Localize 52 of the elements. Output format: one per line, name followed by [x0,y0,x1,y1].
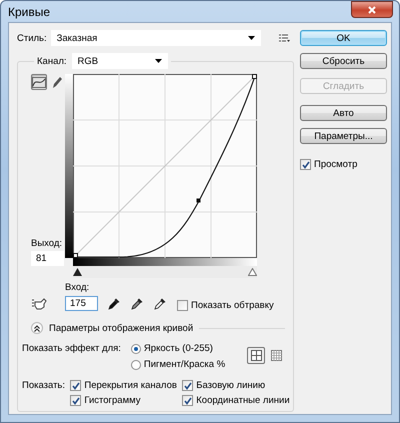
close-icon [368,6,376,14]
show-option-label: Базовую линию [196,380,266,391]
curve-options-label: Параметры отображения кривой [49,322,194,334]
grid-icon [250,350,262,361]
input-slider[interactable] [73,268,82,276]
checkbox[interactable] [182,395,194,406]
style-label: Стиль: [17,32,47,44]
grid-size-button[interactable] [247,347,266,364]
close-button[interactable] [351,1,393,18]
style-dropdown[interactable]: Заказная [50,30,261,46]
tool-button[interactable] [31,74,47,90]
caret-icon [248,36,255,40]
checkbox[interactable] [300,159,311,170]
eyedropper-icon[interactable] [108,297,121,310]
checkbox[interactable] [70,395,82,406]
show-amount-label: Показать эффект для: [22,343,121,356]
input-slider[interactable] [248,268,257,276]
preset-menu-icon[interactable] [278,34,290,42]
channel-label: Канал: [37,56,67,66]
show-clipping-label: Показать обтравку [191,300,274,311]
checkbox[interactable] [70,380,82,391]
eyedropper-icon[interactable] [131,297,144,310]
eyedropper-icon[interactable] [154,297,167,310]
radio-label: Яркость (0-255) [144,343,213,354]
dialog-button[interactable]: OK [300,30,387,46]
checkbox[interactable] [177,300,188,311]
show-option-label: Координатные линии [196,395,290,406]
dialog-button[interactable]: Авто [300,105,387,121]
radio-button[interactable] [130,344,141,354]
hand-adjust-icon[interactable] [32,297,47,310]
show-option-label: Перекрытия каналов [84,380,177,391]
show-label: Показать: [22,380,66,391]
pencil-icon [52,76,62,88]
channel-dropdown[interactable]: RGB [72,53,168,69]
dialog-button[interactable]: Сбросить [300,53,387,69]
dialog-button[interactable]: Параметры... [300,128,387,144]
show-option-label: Гистограмму [84,395,141,406]
output-field[interactable]: 81 [31,251,64,266]
curve-tool-icon [32,76,46,88]
radio-button[interactable] [130,360,141,370]
input-label: Вход: [65,282,90,293]
radio-label: Пигмент/Краска % [144,359,226,370]
preview-label: Просмотр [314,159,358,170]
curve-graph[interactable] [73,74,257,258]
collapse-icon [34,324,40,332]
window-title: Кривые [8,4,50,18]
output-label: Выход: [31,238,64,249]
fine-grid-icon [270,350,282,361]
expand-button[interactable] [31,322,43,334]
checkbox[interactable] [182,380,194,391]
input-field[interactable]: 175 [65,296,98,311]
caret-icon [154,59,162,63]
